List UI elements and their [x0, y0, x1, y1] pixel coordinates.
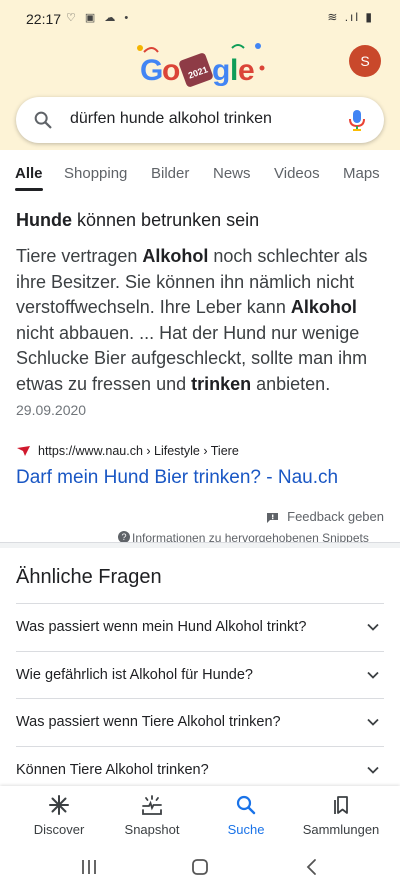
site-favicon-icon — [17, 446, 30, 456]
recent-apps-icon[interactable] — [79, 858, 99, 876]
tab-images[interactable]: Bilder — [151, 165, 189, 182]
account-avatar[interactable]: S — [349, 45, 381, 77]
signal-battery-icons: ≋ .ıl ▮ — [327, 10, 374, 24]
chevron-down-icon — [367, 671, 379, 679]
header-area: 22:17 ♡ ▣ ☁ • ≋ .ıl ▮ G o 2021 g l e S d… — [0, 0, 400, 150]
feedback-icon — [267, 512, 279, 523]
feedback-button[interactable]: Feedback geben — [266, 509, 384, 524]
feedback-label: Feedback geben — [287, 509, 384, 524]
system-navigation-bar — [0, 846, 400, 889]
search-bar[interactable]: dürfen hunde alkohol trinken — [16, 97, 384, 143]
back-icon[interactable] — [302, 858, 322, 876]
result-title-link[interactable]: Darf mein Hund Bier trinken? - Nau.ch — [16, 467, 338, 489]
snapshot-icon — [142, 795, 162, 815]
search-input[interactable]: dürfen hunde alkohol trinken — [70, 110, 272, 128]
svg-text:G: G — [140, 54, 163, 87]
status-bar: 22:17 ♡ ▣ ☁ • ≋ .ıl ▮ — [0, 0, 400, 36]
home-icon[interactable] — [190, 858, 210, 876]
search-icon — [236, 795, 256, 815]
chevron-down-icon — [367, 766, 379, 774]
nav-label: Snapshot — [124, 822, 180, 837]
tab-videos[interactable]: Videos — [274, 165, 320, 182]
related-question[interactable]: Was passiert wenn mein Hund Alkohol trin… — [16, 603, 384, 650]
active-tab-indicator — [15, 188, 43, 191]
svg-text:g: g — [212, 54, 230, 87]
source-url: https://www.nau.ch › Lifestyle › Tiere — [38, 444, 239, 458]
snippet-info-link[interactable]: ? Informationen zu hervorgehobenen Snippe… — [118, 531, 386, 542]
related-question[interactable]: Was passiert wenn Tiere Alkohol trinken? — [16, 698, 384, 745]
related-questions-heading: Ähnliche Fragen — [16, 566, 162, 588]
search-icon — [34, 111, 52, 129]
google-doodle-logo[interactable]: G o 2021 g l e — [132, 38, 268, 94]
nav-snapshot[interactable]: Snapshot — [107, 794, 197, 837]
info-icon: ? — [118, 531, 130, 542]
search-tabs: Alle Shopping Bilder News Videos Maps — [0, 150, 400, 194]
svg-text:o: o — [162, 54, 180, 87]
nav-discover[interactable]: Discover — [14, 794, 104, 837]
bottom-navigation: Discover Snapshot Suche Sammlungen — [0, 786, 400, 846]
question-text: Wie gefährlich ist Alkohol für Hunde? — [16, 667, 253, 683]
tab-maps[interactable]: Maps — [343, 165, 380, 182]
nav-search[interactable]: Suche — [201, 794, 291, 837]
info-label: Informationen zu hervorgehobenen Snippet… — [132, 531, 369, 542]
section-divider — [0, 542, 400, 548]
bookmark-collections-icon — [334, 796, 348, 814]
nav-collections[interactable]: Sammlungen — [296, 794, 386, 837]
status-time: 22:17 — [26, 11, 62, 27]
question-text: Was passiert wenn mein Hund Alkohol trin… — [16, 619, 307, 635]
snippet-title: Hunde können betrunken sein — [16, 210, 260, 230]
notification-icons: ♡ ▣ ☁ • — [66, 12, 132, 24]
question-text: Können Tiere Alkohol trinken? — [16, 762, 209, 778]
tab-shopping[interactable]: Shopping — [64, 165, 127, 182]
nav-label: Suche — [227, 822, 265, 837]
related-question[interactable]: Wie gefährlich ist Alkohol für Hunde? — [16, 651, 384, 698]
asterisk-icon — [49, 795, 69, 815]
tab-news[interactable]: News — [213, 165, 251, 182]
nav-label: Sammlungen — [302, 822, 380, 837]
snippet-date: 29.09.2020 — [16, 402, 87, 418]
microphone-icon[interactable] — [346, 108, 368, 132]
nav-label: Discover — [33, 822, 85, 837]
chevron-down-icon — [367, 718, 379, 726]
tab-all[interactable]: Alle — [15, 165, 43, 182]
chevron-down-icon — [367, 623, 379, 631]
svg-text:e: e — [238, 54, 255, 87]
question-text: Was passiert wenn Tiere Alkohol trinken? — [16, 714, 281, 730]
snippet-text: Tiere vertragen Alkohol noch schlechter … — [16, 246, 368, 418]
